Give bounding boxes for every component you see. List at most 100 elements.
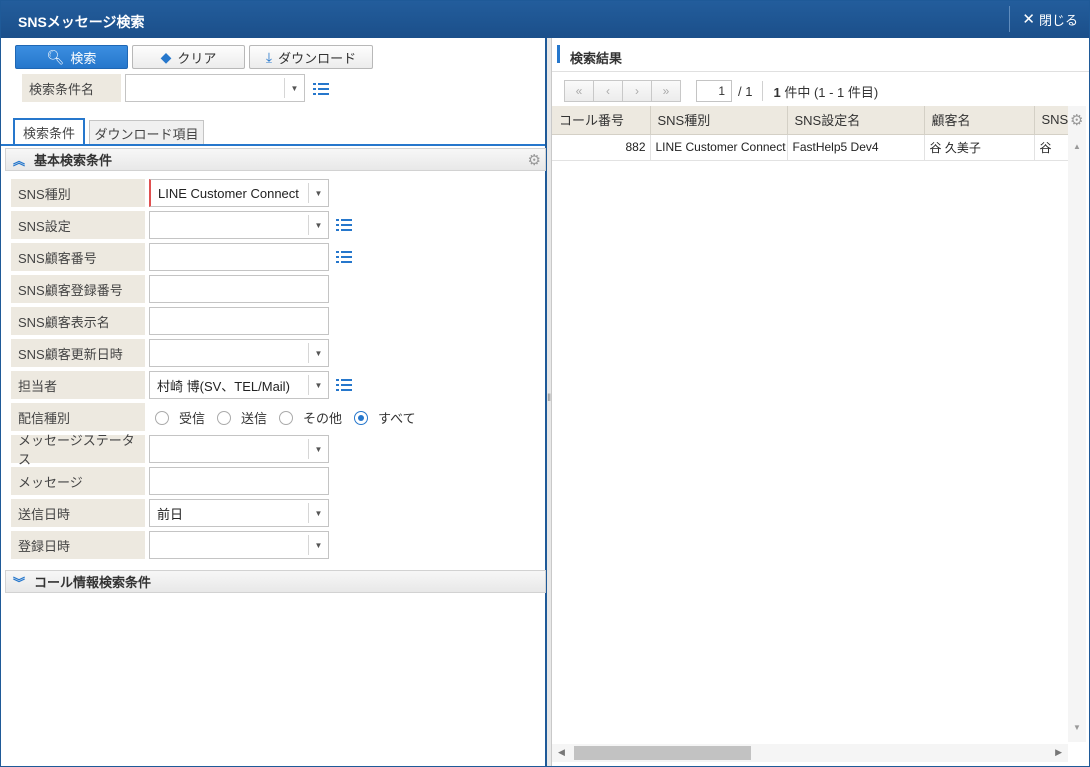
sns-customer-reg-no-label: SNS顧客登録番号 [11,275,145,303]
gear-icon[interactable]: ⚙ [1070,111,1083,129]
sns-customer-no-input[interactable] [149,243,329,271]
sns-customer-updated-select[interactable]: ▼ [149,339,329,367]
sns-setting-select[interactable]: ▼ [149,211,329,239]
search-icon: 🔍︎ [46,48,65,65]
radio-button[interactable] [279,410,294,425]
basic-conditions-title: 基本検索条件 [34,153,113,168]
result-count: 1 件中 (1 - 1 件目) [773,82,878,101]
sns-type-select[interactable]: LINE Customer Connect ▼ [149,179,329,207]
assignee-select[interactable]: 村崎 博(SV、TEL/Mail) ▼ [149,371,329,399]
vertical-scrollbar[interactable]: ⚙ ▲ ▼ [1068,106,1086,742]
delivery-type-option-all[interactable]: すべて [354,408,416,427]
list-icon[interactable] [336,219,352,233]
sns-type-value: LINE Customer Connect [158,185,299,201]
last-page-button[interactable]: » [651,80,681,102]
results-grid: コール番号 SNS種別 SNS設定名 顧客名 SNS 882 LINE Cust… [552,106,1068,746]
sns-customer-updated-label: SNS顧客更新日時 [11,339,145,367]
condition-name-label: 検索条件名 [22,74,121,102]
next-page-button[interactable]: › [622,80,652,102]
scroll-up-icon[interactable]: ▲ [1073,142,1081,151]
assignee-label: 担当者 [11,371,145,399]
prev-page-button[interactable]: ‹ [593,80,623,102]
horizontal-scrollbar[interactable]: ◀ ▶ [552,744,1068,762]
results-header-accent [557,45,560,63]
cell-call-no: 882 [552,134,651,161]
first-page-button[interactable]: « [564,80,594,102]
condition-name-select[interactable]: ▼ [125,74,305,102]
scroll-down-icon[interactable]: ▼ [1073,723,1081,732]
radio-button[interactable] [155,410,169,425]
close-label: 閉じる [1038,12,1078,28]
sns-customer-display-input[interactable] [149,307,329,335]
list-icon[interactable] [313,83,329,97]
registered-at-label: 登録日時 [11,531,145,559]
scroll-left-icon[interactable]: ◀ [558,747,565,758]
chevron-up-icon: ︽ [13,154,26,168]
chevron-down-icon: ▼ [308,215,328,235]
message-status-select[interactable]: ▼ [149,435,329,463]
registered-at-select[interactable]: ▼ [149,531,329,559]
window-title: SNSメッセージ検索 [18,14,145,30]
tab-search-conditions[interactable]: 検索条件 [13,118,85,145]
radio-label: 受信 [179,411,206,426]
column-header-sns-type[interactable]: SNS種別 [650,106,788,135]
sns-setting-label: SNS設定 [11,211,145,239]
chevron-down-icon: ▼ [308,343,328,363]
radio-button-selected[interactable] [354,410,369,425]
download-button-label: ダウンロード [278,50,357,66]
search-condition-pane: 🔍︎ 検索 ◆ クリア ⤓ ダウンロード 検索条件名 ▼ 検索条件 ダウンロード… [1,38,547,766]
chevron-down-icon: ▼ [308,183,328,203]
column-header-sns-setting-name[interactable]: SNS設定名 [787,106,925,135]
radio-button[interactable] [217,410,232,425]
sns-customer-display-label: SNS顧客表示名 [11,307,145,335]
eraser-icon: ◆ [160,48,172,65]
delivery-type-option-other[interactable]: その他 [279,408,342,427]
call-info-conditions-title: コール情報検索条件 [34,575,152,590]
tab-download-items[interactable]: ダウンロード項目 [89,120,204,145]
total-pages: / 1 [738,83,753,99]
column-header-sns-more[interactable]: SNS [1034,106,1068,135]
scrollbar-thumb[interactable] [574,746,751,760]
scroll-right-icon[interactable]: ▶ [1055,747,1062,758]
clear-button-label: クリア [177,50,217,66]
radio-label: その他 [303,411,343,426]
clear-button[interactable]: ◆ クリア [132,45,245,69]
grid-header-row: コール番号 SNS種別 SNS設定名 顧客名 SNS [552,106,1068,135]
cell-sns-more: 谷 [1034,134,1068,161]
chevron-down-icon: ▼ [284,78,304,98]
list-icon[interactable] [336,251,352,265]
results-header: 検索結果 [552,38,1089,72]
sent-at-label: 送信日時 [11,499,145,527]
sns-type-label: SNS種別 [11,179,145,207]
page-number-input[interactable]: 1 [696,80,732,102]
result-count-number: 1 [773,84,781,100]
call-info-conditions-header[interactable]: ︾ コール情報検索条件 [5,570,546,593]
column-header-customer-name[interactable]: 顧客名 [924,106,1035,135]
message-input[interactable] [149,467,329,495]
close-button[interactable]: ✕ 閉じる [1009,6,1089,32]
download-icon: ⤓ [265,48,273,65]
sent-at-value: 前日 [157,506,184,522]
result-count-text: 件中 (1 - 1 件目) [784,84,879,100]
column-header-call-no[interactable]: コール番号 [552,106,651,135]
title-bar: SNSメッセージ検索 ✕ 閉じる [1,1,1089,38]
tab-underline [1,144,545,146]
sent-at-select[interactable]: 前日 ▼ [149,499,329,527]
list-icon[interactable] [336,379,352,393]
close-icon: ✕ [1022,11,1035,28]
assignee-value: 村崎 博(SV、TEL/Mail) [157,378,290,394]
gear-icon[interactable]: ⚙ [528,151,541,169]
pager: « ‹ › » 1 / 1 1 件中 (1 - 1 件目) [564,80,878,102]
search-button[interactable]: 🔍︎ 検索 [15,45,128,69]
delivery-type-option-receive[interactable]: 受信 [155,408,205,427]
radio-label: 送信 [241,411,268,426]
pager-divider [762,81,764,101]
cell-customer-name: 谷 久美子 [924,134,1035,161]
delivery-type-option-send[interactable]: 送信 [217,408,267,427]
download-button[interactable]: ⤓ ダウンロード [249,45,373,69]
basic-conditions-header[interactable]: ︽ 基本検索条件 ⚙ [5,148,546,171]
message-label: メッセージ [11,467,145,495]
sns-customer-reg-no-input[interactable] [149,275,329,303]
search-results-pane: 検索結果 « ‹ › » 1 / 1 1 件中 (1 - 1 件目) コール番号… [551,38,1089,766]
table-row[interactable]: 882 LINE Customer Connect FastHelp5 Dev4… [552,134,1068,161]
